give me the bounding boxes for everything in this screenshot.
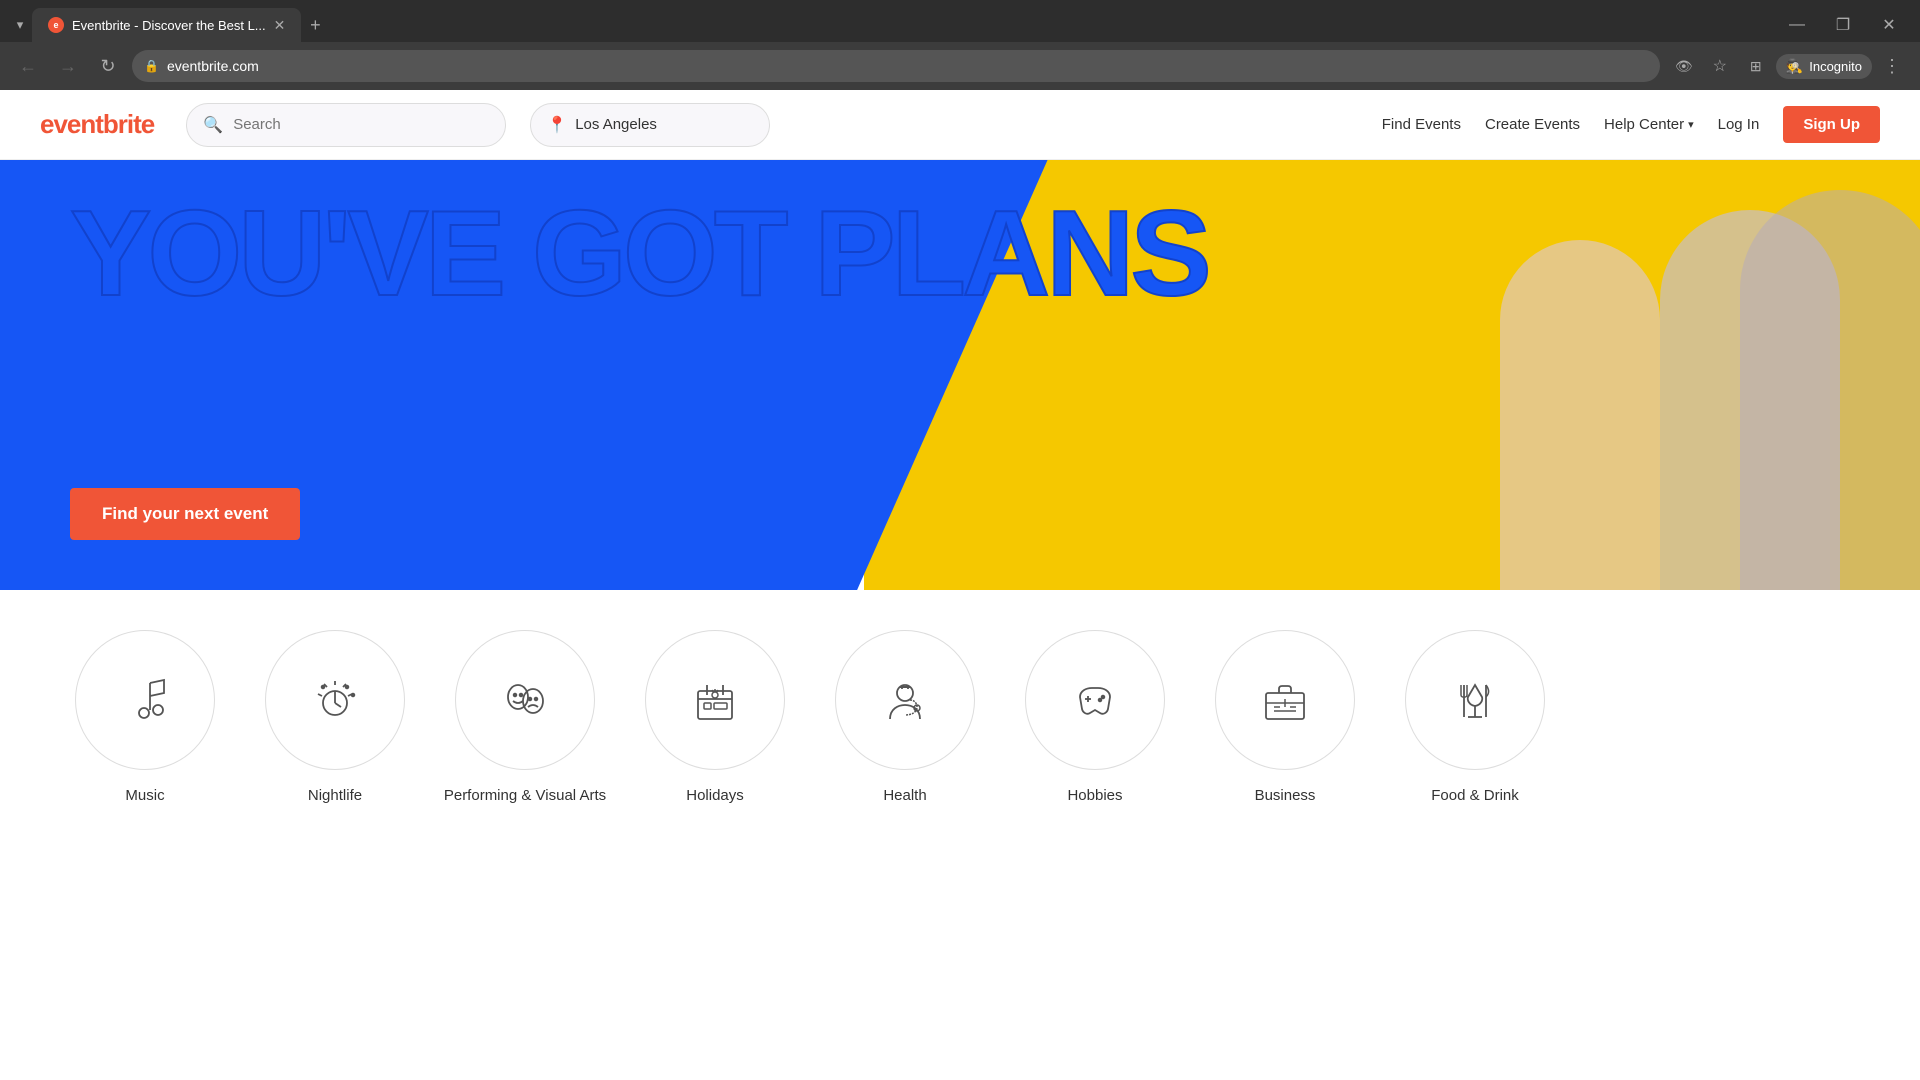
incognito-label: Incognito	[1809, 59, 1862, 74]
category-item-business[interactable]: Business	[1200, 630, 1370, 806]
music-icon	[120, 675, 170, 725]
tab-favicon: e	[48, 17, 64, 33]
category-circle-hobbies	[1025, 630, 1165, 770]
category-circle-business	[1215, 630, 1355, 770]
category-item-nightlife[interactable]: Nightlife	[250, 630, 420, 806]
category-circle-nightlife	[265, 630, 405, 770]
category-item-health[interactable]: Health	[820, 630, 990, 806]
nightlife-icon	[310, 675, 360, 725]
category-item-food-drink[interactable]: Food & Drink	[1390, 630, 1560, 806]
lock-icon: 🔒	[144, 59, 159, 73]
business-icon	[1260, 675, 1310, 725]
hero-banner: YOU'VE GOT PLANS Find your next event	[0, 160, 1920, 590]
eventbrite-page: eventbrite 🔍 📍 Find Events Create Events…	[0, 90, 1920, 866]
sign-up-button[interactable]: Sign Up	[1783, 106, 1880, 143]
log-in-link[interactable]: Log In	[1718, 116, 1760, 133]
search-input[interactable]	[233, 116, 489, 133]
minimize-button[interactable]: —	[1774, 8, 1820, 42]
category-label-health: Health	[883, 786, 926, 806]
category-circle-holidays	[645, 630, 785, 770]
browser-toolbar: ← → ↻ 🔒 👁 ☆ ⊞ 🕵 Incognito	[0, 42, 1920, 90]
help-center-label: Help Center	[1604, 116, 1684, 133]
category-item-holidays[interactable]: Holidays	[630, 630, 800, 806]
tab-organizer-button[interactable]: ⊞	[1740, 50, 1772, 82]
food-drink-icon	[1450, 675, 1500, 725]
hero-cta: Find your next event	[70, 488, 300, 540]
back-icon: ←	[19, 56, 37, 77]
tab-close-button[interactable]: ✕	[274, 17, 286, 34]
eye-slash-icon-button[interactable]: 👁	[1668, 50, 1700, 82]
category-label-nightlife: Nightlife	[308, 786, 362, 806]
category-label-performing-arts: Performing & Visual Arts	[444, 786, 606, 806]
category-label-holidays: Holidays	[686, 786, 744, 806]
category-item-performing-arts[interactable]: Performing & Visual Arts	[440, 630, 610, 806]
incognito-profile-button[interactable]: 🕵 Incognito	[1776, 54, 1872, 79]
active-tab[interactable]: e Eventbrite - Discover the Best L... ✕	[32, 8, 301, 42]
maximize-button[interactable]: ❐	[1820, 8, 1866, 42]
back-button[interactable]: ←	[12, 50, 44, 82]
star-icon: ☆	[1713, 56, 1727, 76]
forward-icon: →	[59, 56, 77, 77]
category-label-music: Music	[125, 786, 164, 806]
toolbar-actions: 👁 ☆ ⊞ 🕵 Incognito ⋮	[1668, 50, 1908, 82]
eventbrite-logo[interactable]: eventbrite	[40, 109, 154, 140]
category-circle-performing-arts	[455, 630, 595, 770]
category-circle-health	[835, 630, 975, 770]
browser-chrome: ▾ e Eventbrite - Discover the Best L... …	[0, 0, 1920, 90]
main-nav: Find Events Create Events Help Center ▾ …	[1382, 106, 1880, 143]
menu-icon: ⋮	[1883, 56, 1901, 77]
reload-button[interactable]: ↻	[92, 50, 124, 82]
categories-grid: Music	[60, 630, 1860, 806]
category-circle-music	[75, 630, 215, 770]
find-events-link[interactable]: Find Events	[1382, 116, 1461, 133]
category-label-business: Business	[1255, 786, 1316, 806]
category-item-music[interactable]: Music	[60, 630, 230, 806]
tab-dropdown-button[interactable]: ▾	[8, 13, 32, 37]
location-input[interactable]	[575, 116, 753, 133]
forward-button[interactable]: →	[52, 50, 84, 82]
category-circle-food-drink	[1405, 630, 1545, 770]
find-next-event-button[interactable]: Find your next event	[70, 488, 300, 540]
holidays-icon	[690, 675, 740, 725]
health-icon	[880, 675, 930, 725]
address-bar[interactable]: 🔒	[132, 50, 1660, 82]
url-input[interactable]	[167, 58, 1648, 74]
category-item-hobbies[interactable]: Hobbies	[1010, 630, 1180, 806]
incognito-icon: 🕵	[1786, 58, 1803, 75]
tab-bar: ▾ e Eventbrite - Discover the Best L... …	[0, 0, 1920, 42]
category-label-hobbies: Hobbies	[1067, 786, 1122, 806]
categories-section: Music	[0, 590, 1920, 866]
eye-slash-icon: 👁	[1675, 58, 1693, 75]
search-icon: 🔍	[203, 115, 223, 135]
create-events-link[interactable]: Create Events	[1485, 116, 1580, 133]
theater-icon	[500, 675, 550, 725]
tab-title: Eventbrite - Discover the Best L...	[72, 18, 266, 33]
hobbies-icon	[1070, 675, 1120, 725]
window-controls: — ❐ ✕	[1774, 8, 1920, 42]
hero-headline: YOU'VE GOT PLANS	[70, 200, 1208, 307]
location-pin-icon: 📍	[547, 115, 567, 135]
category-label-food-drink: Food & Drink	[1431, 786, 1519, 806]
bookmark-button[interactable]: ☆	[1704, 50, 1736, 82]
tab-grid-icon: ⊞	[1750, 58, 1762, 75]
new-tab-button[interactable]: +	[301, 11, 329, 39]
menu-button[interactable]: ⋮	[1876, 50, 1908, 82]
reload-icon: ↻	[100, 56, 115, 77]
search-bar[interactable]: 🔍	[186, 103, 506, 147]
close-window-button[interactable]: ✕	[1866, 8, 1912, 42]
help-center-chevron-icon: ▾	[1688, 118, 1694, 131]
site-header: eventbrite 🔍 📍 Find Events Create Events…	[0, 90, 1920, 160]
help-center-link[interactable]: Help Center ▾	[1604, 116, 1694, 133]
location-bar[interactable]: 📍	[530, 103, 770, 147]
